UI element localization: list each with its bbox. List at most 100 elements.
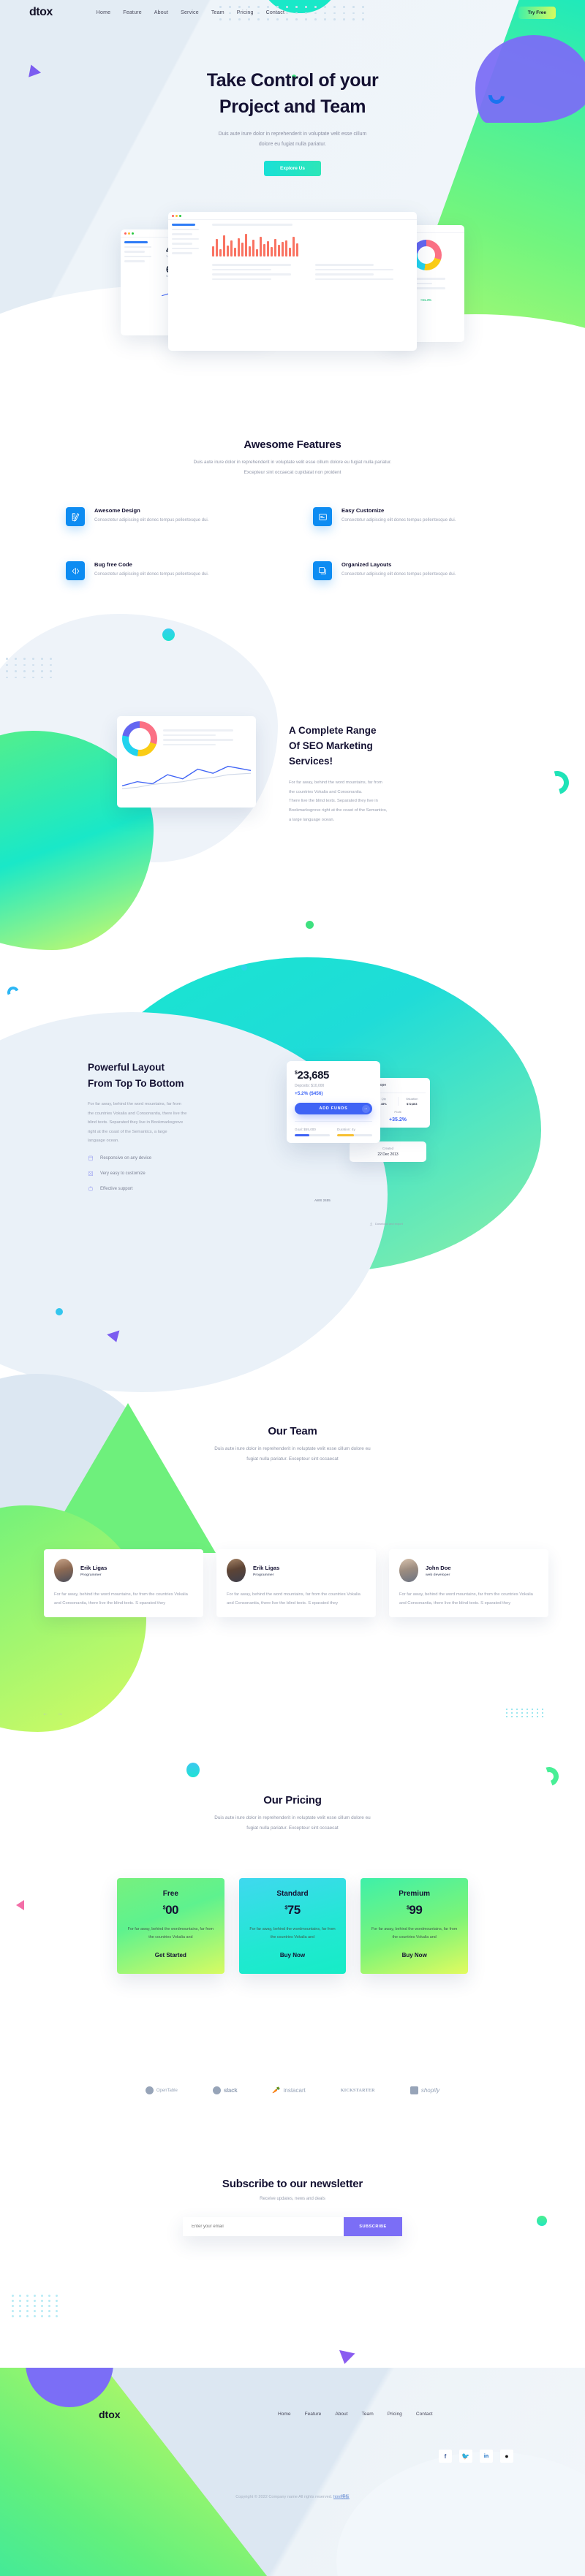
support-icon bbox=[88, 1187, 93, 1192]
brand-logo[interactable]: dtox bbox=[29, 6, 53, 19]
plan-price-value-0: 00 bbox=[165, 1903, 178, 1917]
seo-teal-arc bbox=[541, 767, 573, 799]
feature-title-0: Awesome Design bbox=[94, 507, 140, 514]
twitter-icon[interactable]: 🐦 bbox=[459, 2450, 472, 2463]
features-sub-line1: Duis aute irure dolor in reprehenderit i… bbox=[193, 460, 392, 465]
team-carousel-controls: ← → bbox=[42, 1710, 63, 1717]
plan-cta-1[interactable]: Buy Now bbox=[280, 1952, 305, 1958]
logo-opentable: OpenTable bbox=[145, 2086, 178, 2094]
power-p4: right at the coast of the Semantics, a l… bbox=[88, 1129, 167, 1134]
plan-name-0: Free bbox=[162, 1890, 178, 1898]
team-heading: Our Team Duis aute irure dolor in repreh… bbox=[0, 1425, 585, 1464]
nav-item-home[interactable]: Home bbox=[97, 10, 110, 15]
download-export-row[interactable]: Download and export bbox=[369, 1222, 403, 1226]
subscribe-button[interactable]: SUBSCRIBE bbox=[344, 2217, 402, 2236]
seo-card-legend bbox=[163, 729, 251, 748]
nav-item-team[interactable]: Team bbox=[211, 10, 224, 15]
linkedin-icon[interactable]: in bbox=[480, 2450, 493, 2463]
feature-text-organized-layouts: Organized Layouts Consectetur adipiscing… bbox=[341, 561, 456, 580]
nav-item-service[interactable]: Service bbox=[181, 10, 199, 15]
seo-line-chart bbox=[121, 765, 252, 789]
nav-item-about[interactable]: About bbox=[154, 10, 168, 15]
footer-nav-pricing[interactable]: Pricing bbox=[388, 2412, 402, 2417]
seo-paragraph: For far away, behind the word mountains,… bbox=[289, 778, 501, 825]
logo-label-0: OpenTable bbox=[156, 2088, 178, 2093]
plan-name-1: Standard bbox=[276, 1890, 309, 1898]
pricing-sub-line1: Duis aute irure dolor in reprehenderit i… bbox=[214, 1815, 371, 1820]
explore-us-button[interactable]: Explore Us bbox=[264, 160, 321, 176]
newsletter-dot-pattern bbox=[12, 2295, 60, 2317]
layout-card-icon bbox=[313, 507, 332, 527]
team-member-name-0: Erik Ligas bbox=[80, 1564, 107, 1571]
footer-nav-about[interactable]: About bbox=[335, 2412, 347, 2417]
power-cyan-dot-top bbox=[241, 965, 247, 970]
seo-donut-chart bbox=[122, 721, 157, 756]
ruler-pencil-icon bbox=[66, 507, 85, 527]
feature-desc-1: Consectetur adipiscing elit donec tempus… bbox=[341, 518, 456, 523]
team-sub-line1: Duis aute irure dolor in reprehenderit i… bbox=[214, 1446, 371, 1451]
nav-item-pricing[interactable]: Pricing bbox=[237, 10, 254, 15]
duration-label: Duration: 4y bbox=[337, 1128, 355, 1131]
footer-social-links: f 🐦 in ● bbox=[439, 2450, 513, 2463]
metric-valuation-value: $72,803 bbox=[407, 1102, 418, 1106]
dashboard-mockup: 4 Total 36 Reports 68 Monthly bbox=[0, 199, 585, 389]
team-member-role-2: web developer bbox=[426, 1573, 450, 1577]
nav-item-feature[interactable]: Feature bbox=[123, 10, 142, 15]
team-member-meta: Erik Ligas Programmer bbox=[80, 1565, 107, 1577]
power-p2: the countries Vokalia and Consonantia, t… bbox=[88, 1111, 187, 1116]
created-value: 22 Dec 2013 bbox=[377, 1152, 399, 1157]
footer-logo[interactable]: dtox bbox=[99, 2409, 121, 2420]
power-blue-arc bbox=[5, 984, 21, 1000]
footer-navigation: Home Feature About Team Pricing Contact bbox=[278, 2412, 433, 2417]
pricing-card-free: Free $00 For far away, behind the wordmo… bbox=[117, 1878, 224, 1974]
feature-desc-0: Consectetur adipiscing elit donec tempus… bbox=[94, 518, 209, 523]
dashboard-main-sidebar bbox=[172, 224, 205, 283]
carousel-prev-icon[interactable]: ← bbox=[42, 1710, 48, 1717]
email-input[interactable] bbox=[192, 2224, 344, 2229]
github-icon[interactable]: ● bbox=[500, 2450, 513, 2463]
power-bullet-responsive: Responsive on any device bbox=[88, 1155, 285, 1161]
power-bullet-label-0: Responsive on any device bbox=[100, 1156, 152, 1161]
footer-nav-contact[interactable]: Contact bbox=[416, 2412, 433, 2417]
opentable-mark-icon bbox=[145, 2086, 154, 2094]
growth-badge: +61.3% bbox=[420, 297, 432, 302]
seo-title-line1: A Complete Range bbox=[289, 725, 377, 736]
funds-amount-value: 23,685 bbox=[297, 1069, 330, 1082]
plan-cta-0[interactable]: Get Started bbox=[155, 1952, 186, 1958]
newsletter-heading: Subscribe to our newsletter Receive upda… bbox=[0, 2178, 585, 2201]
top-navigation: dtox Home Feature About Service Team Pri… bbox=[0, 0, 585, 25]
footer-nav-feature[interactable]: Feature bbox=[305, 2412, 322, 2417]
created-label: Created bbox=[382, 1147, 393, 1150]
plan-price-0: $00 bbox=[126, 1903, 216, 1918]
power-bullet-list: Responsive on any device Very easy to cu… bbox=[88, 1155, 285, 1192]
facebook-icon[interactable]: f bbox=[439, 2450, 452, 2463]
logo-label-2: instacart bbox=[283, 2087, 306, 2094]
plan-cta-2[interactable]: Buy Now bbox=[402, 1952, 427, 1958]
power-bullet-customize: Very easy to customize bbox=[88, 1171, 285, 1177]
credit-link[interactable]: html模板 bbox=[333, 2495, 350, 2499]
newsletter-form: SUBSCRIBE bbox=[183, 2217, 402, 2236]
team-subtitle: Duis aute irure dolor in reprehenderit i… bbox=[0, 1444, 585, 1464]
download-icon bbox=[369, 1222, 373, 1226]
feature-title-3: Organized Layouts bbox=[341, 561, 392, 569]
seo-p4: Bookmarksgrove right at the coast of the… bbox=[289, 808, 388, 813]
add-funds-button[interactable]: ADD FUNDS → bbox=[295, 1103, 372, 1114]
window-chrome-main bbox=[168, 212, 417, 220]
pricing-pink-triangle bbox=[16, 1900, 24, 1910]
footer-nav-home[interactable]: Home bbox=[278, 2412, 291, 2417]
power-p1: For far away, behind the word mountains,… bbox=[88, 1102, 181, 1107]
nav-item-contact[interactable]: Contact bbox=[266, 10, 285, 15]
created-card: Created 22 Dec 2013 bbox=[350, 1141, 426, 1162]
nav-links: Home Feature About Service Team Pricing … bbox=[97, 10, 284, 15]
power-title-line2: From Top To Bottom bbox=[88, 1077, 184, 1089]
hero-content: Take Control of your Project and Team Du… bbox=[0, 67, 585, 176]
team-member-bio-2: For far away, behind the word mountains,… bbox=[399, 1592, 533, 1606]
carousel-next-icon[interactable]: → bbox=[57, 1710, 63, 1717]
hero-subtitle: Duis aute irure dolor in reprehenderit i… bbox=[0, 129, 585, 151]
footer-nav-team[interactable]: Team bbox=[362, 2412, 374, 2417]
power-bullet-label-1: Very easy to customize bbox=[100, 1171, 146, 1177]
hero-title-line2: Project and Team bbox=[219, 96, 366, 118]
try-free-button[interactable]: Try Free bbox=[518, 6, 556, 19]
seo-title-line2: Of SEO Marketing bbox=[289, 740, 373, 751]
seo-p5: a large language ocean. bbox=[289, 817, 335, 822]
